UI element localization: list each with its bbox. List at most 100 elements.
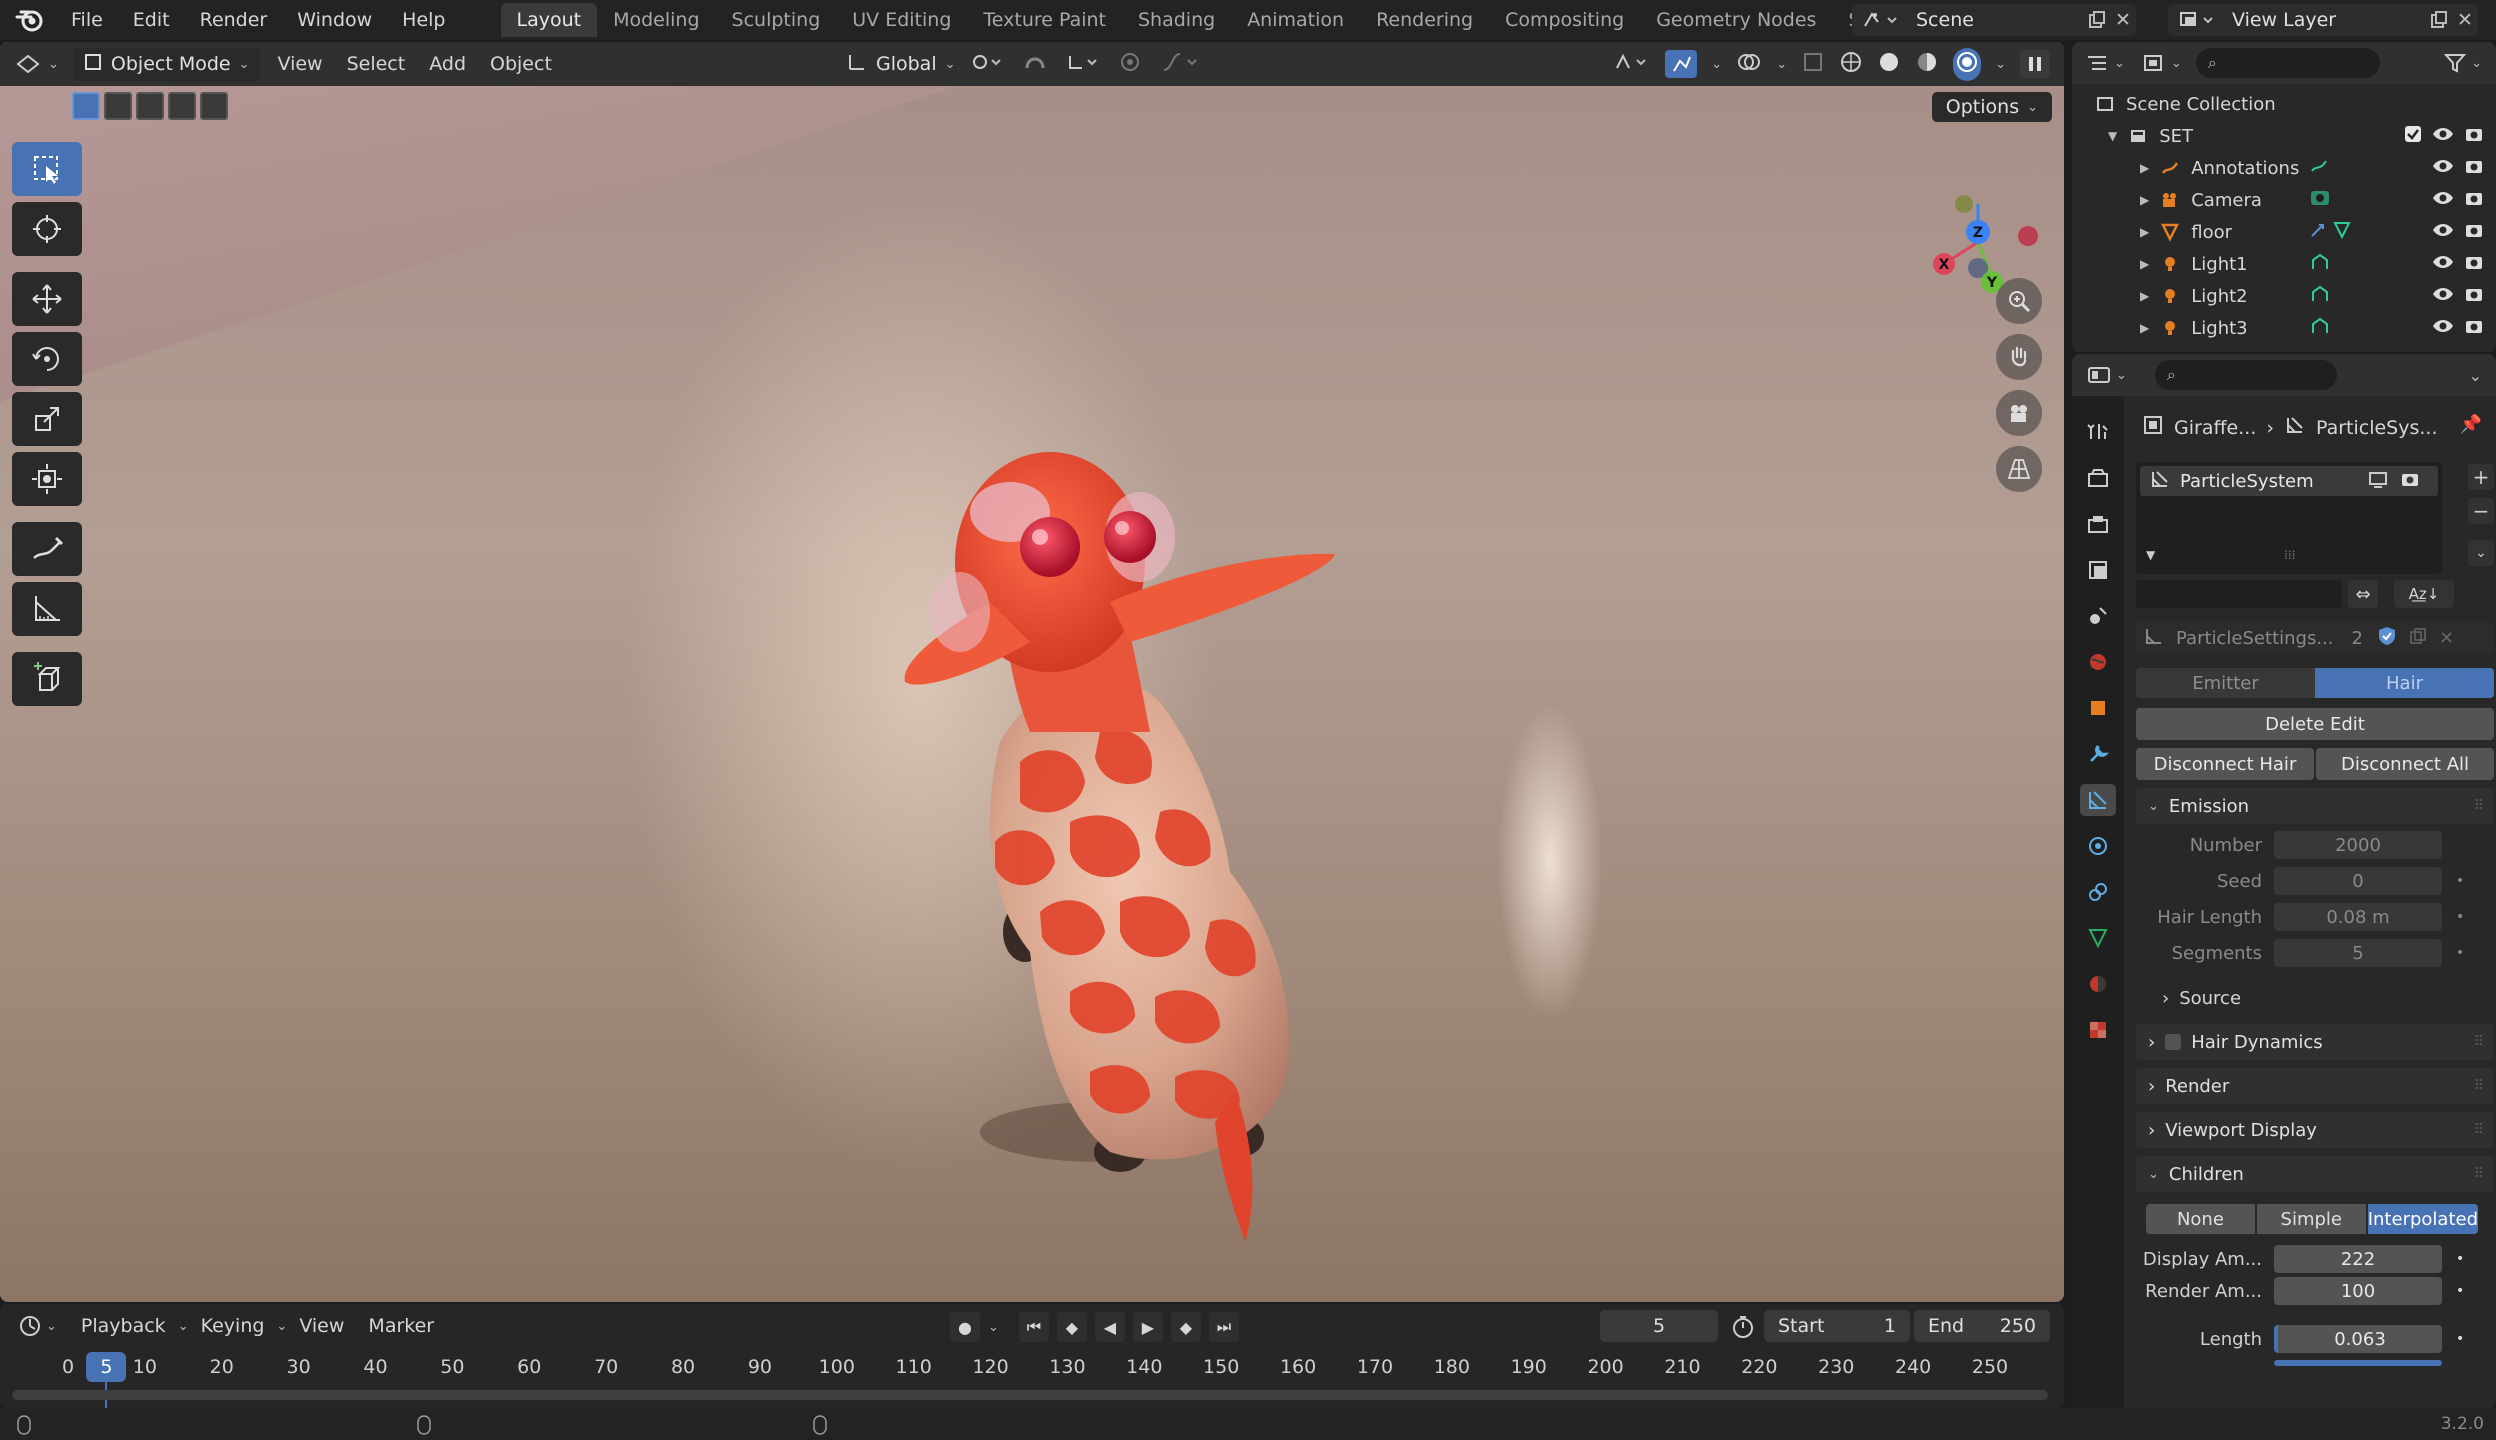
hair-dynamics-checkbox[interactable]	[2165, 1034, 2182, 1050]
segments-field[interactable]: 5	[2274, 939, 2442, 967]
tab-texture-paint[interactable]: Texture Paint	[967, 3, 1122, 37]
hair-option[interactable]: Hair	[2315, 668, 2494, 698]
tab-animation[interactable]: Animation	[1231, 3, 1360, 37]
auto-keying-icon[interactable]: ●	[950, 1312, 980, 1342]
menu-timeline-view[interactable]: View	[287, 1315, 356, 1337]
menu-playback[interactable]: Playback	[69, 1315, 178, 1337]
view-layer-tab-icon[interactable]	[2080, 554, 2116, 586]
texture-tab-icon[interactable]	[2080, 1014, 2116, 1046]
tool-tab-icon[interactable]	[2080, 416, 2116, 448]
current-frame-field[interactable]: 5	[1600, 1310, 1718, 1342]
sort-alpha-icon[interactable]: A͟z↓	[2394, 580, 2454, 608]
show-render-icon[interactable]	[2400, 470, 2420, 493]
outliner-row-annotations[interactable]: ▶ Annotations	[2072, 152, 2496, 184]
scene-tab-icon[interactable]	[2080, 600, 2116, 632]
expand-triangle-icon[interactable]: ▶	[2140, 257, 2149, 271]
remove-scene-icon[interactable]: ✕	[2110, 7, 2136, 33]
disconnect-hair-button[interactable]: Disconnect Hair	[2136, 748, 2314, 780]
show-viewport-icon[interactable]	[2368, 470, 2388, 493]
perspective-toggle-icon[interactable]	[1996, 446, 2042, 492]
render-amount-field[interactable]: 100	[2274, 1277, 2442, 1305]
end-frame-field[interactable]: End 250	[1914, 1310, 2050, 1342]
object-tab-icon[interactable]	[2080, 692, 2116, 724]
view-object-types-icon[interactable]	[1611, 50, 1651, 79]
tab-modeling[interactable]: Modeling	[597, 3, 715, 37]
render-camera-icon[interactable]	[2464, 253, 2484, 276]
render-camera-icon[interactable]	[2464, 125, 2484, 148]
outliner-item-label[interactable]: Camera	[2191, 190, 2301, 211]
outliner-item-label[interactable]: Light1	[2191, 254, 2301, 275]
tab-uv-editing[interactable]: UV Editing	[836, 3, 967, 37]
xray-icon[interactable]	[1801, 50, 1825, 79]
particle-settings-name[interactable]: ParticleSettings...	[2176, 628, 2334, 649]
gizmo-toggle-icon[interactable]	[1665, 50, 1698, 78]
filter-icon[interactable]: ⌄	[2443, 51, 2482, 75]
properties-editor[interactable]: ⌄ ⌕ ⌄ Giraffe... › ParticleSys... 📌 Part…	[2072, 354, 2496, 1408]
render-camera-icon[interactable]	[2464, 157, 2484, 180]
viewport-display-panel-header[interactable]: › Viewport Display ⠿	[2136, 1112, 2494, 1148]
material-shading-icon[interactable]	[1915, 50, 1939, 79]
zoom-icon[interactable]	[1996, 278, 2042, 324]
scene-collection-row[interactable]: Scene Collection	[2072, 88, 2496, 120]
hair-dynamics-panel-header[interactable]: › Hair Dynamics ⠿	[2136, 1024, 2494, 1060]
start-frame-field[interactable]: Start 1	[1764, 1310, 1910, 1342]
keyframe-dot-icon[interactable]: •	[2456, 945, 2464, 961]
jump-start-icon[interactable]: ⏮	[1018, 1312, 1049, 1342]
constraints-tab-icon[interactable]	[2080, 876, 2116, 908]
eye-icon[interactable]	[2432, 317, 2454, 340]
delete-edit-button[interactable]: Delete Edit	[2136, 708, 2494, 740]
timeline-editor-type-icon[interactable]: ⌄	[18, 1314, 57, 1338]
play-reverse-icon[interactable]: ◀	[1094, 1312, 1125, 1342]
blender-logo-icon[interactable]	[12, 2, 48, 38]
new-view-layer-icon[interactable]	[2426, 7, 2452, 33]
move-tool-icon[interactable]	[12, 272, 82, 326]
render-camera-icon[interactable]	[2464, 317, 2484, 340]
expand-triangle-icon[interactable]: ▼	[2108, 129, 2117, 143]
data-tab-icon[interactable]	[2080, 922, 2116, 954]
outliner-editor-type-icon[interactable]: ⌄	[2084, 51, 2125, 75]
new-scene-icon[interactable]	[2084, 7, 2110, 33]
tab-shading[interactable]: Shading	[1122, 3, 1231, 37]
playhead-frame-label[interactable]: 5	[86, 1352, 127, 1382]
next-slider-partial[interactable]	[2274, 1360, 2442, 1366]
duplicate-settings-icon[interactable]	[2409, 627, 2427, 650]
list-filter-toggle-icon[interactable]: ▼	[2146, 548, 2155, 562]
3d-viewport[interactable]: ⌄ Object Mode ⌄ View Select Add Object G…	[0, 42, 2064, 1302]
menu-edit[interactable]: Edit	[118, 0, 185, 40]
fake-user-shield-icon[interactable]	[2377, 625, 2397, 652]
list-filter-input[interactable]	[2136, 580, 2342, 608]
menu-help[interactable]: Help	[387, 0, 460, 40]
render-camera-icon[interactable]	[2464, 285, 2484, 308]
object-data-icon[interactable]	[2309, 220, 2353, 245]
exclude-checkbox[interactable]	[2404, 125, 2422, 148]
display-mode-icon[interactable]: ⌄	[2141, 51, 2182, 75]
outliner-editor[interactable]: ⌄ ⌄ ⌕ ⌄ Scene Collection ▼ SET ▶ Annotati…	[2072, 42, 2496, 352]
seed-field[interactable]: 0	[2274, 867, 2442, 895]
eye-icon[interactable]	[2432, 253, 2454, 276]
rendered-shading-icon[interactable]	[1953, 47, 1982, 81]
outliner-item-label[interactable]: Annotations	[2191, 158, 2301, 179]
menu-view[interactable]: View	[266, 53, 335, 75]
outliner-item-label[interactable]: Light3	[2191, 318, 2301, 339]
object-data-icon[interactable]	[2309, 252, 2331, 277]
keyframe-dot-icon[interactable]: •	[2456, 1251, 2464, 1267]
menu-add[interactable]: Add	[417, 53, 478, 75]
wireframe-shading-icon[interactable]	[1839, 50, 1863, 79]
select-box-tool-icon[interactable]	[12, 142, 82, 196]
timeline-scrollbar[interactable]	[12, 1390, 2048, 1400]
menu-file[interactable]: File	[56, 0, 118, 40]
eye-icon[interactable]	[2432, 157, 2454, 180]
object-data-icon[interactable]	[2309, 316, 2331, 341]
panel-grip-icon[interactable]: ⠿	[2474, 1122, 2484, 1138]
outliner-row-light3[interactable]: ▶ Light3	[2072, 312, 2496, 344]
properties-options-icon[interactable]: ⌄	[2469, 366, 2482, 385]
use-preview-range-icon[interactable]	[1730, 1314, 1756, 1344]
pan-hand-icon[interactable]	[1996, 334, 2042, 380]
eye-icon[interactable]	[2432, 125, 2454, 148]
object-data-icon[interactable]	[2309, 156, 2331, 181]
pause-render-icon[interactable]	[2020, 50, 2050, 78]
mode-dropdown[interactable]: Object Mode ⌄	[72, 47, 260, 81]
outliner-item-label[interactable]: Light2	[2191, 286, 2301, 307]
tab-geometry-nodes[interactable]: Geometry Nodes	[1640, 3, 1832, 37]
measure-tool-icon[interactable]	[12, 582, 82, 636]
